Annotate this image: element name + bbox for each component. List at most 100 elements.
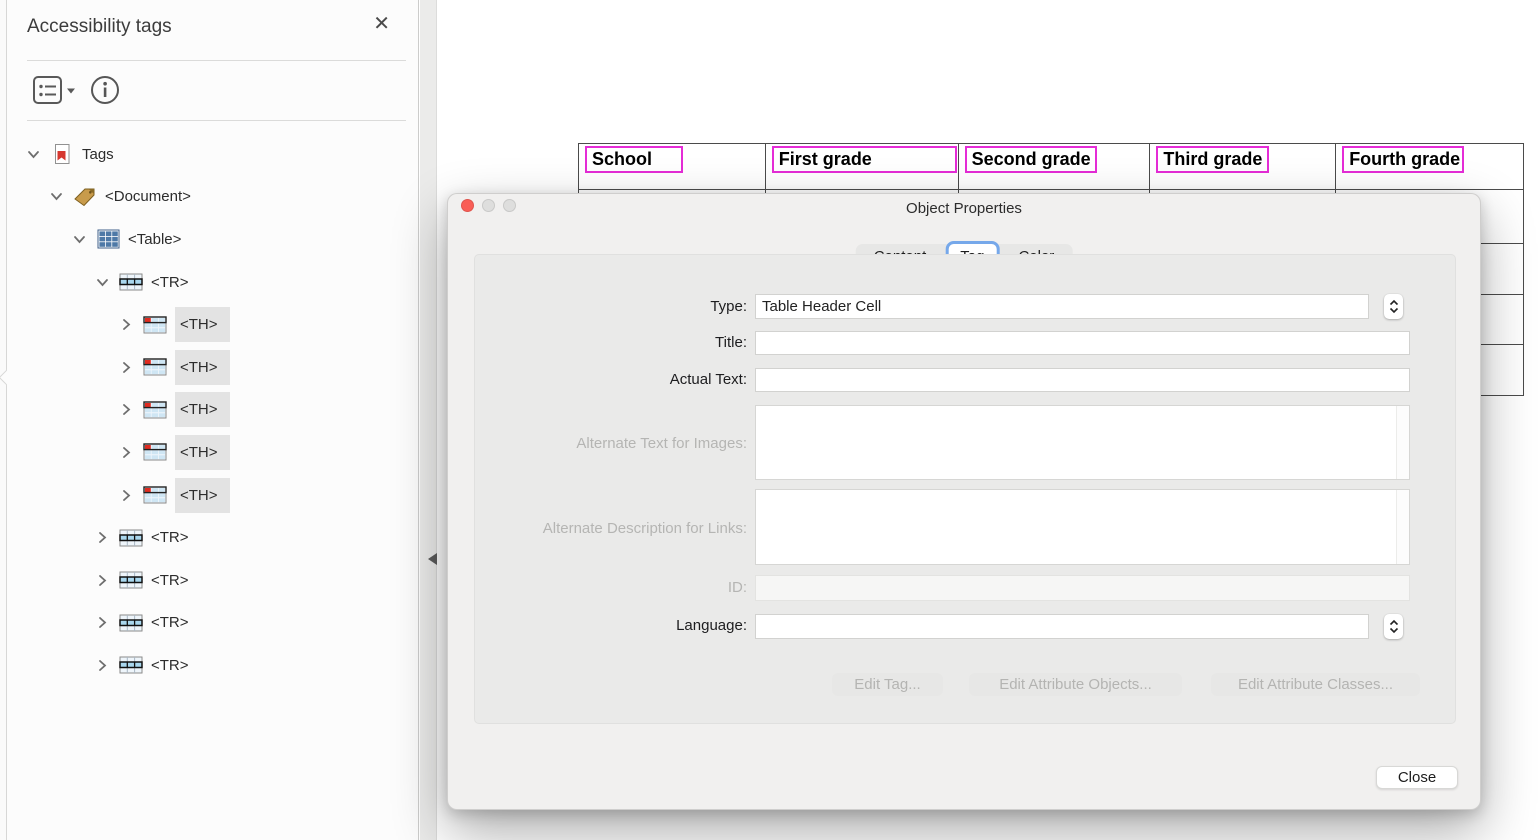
table-header-icon [143,401,167,419]
pdf-table-header-cell: Second grade [959,144,1151,190]
tree-item-label: <TH> [175,478,230,513]
tree-item-th[interactable]: <TH> [7,346,418,389]
chevron-right-icon[interactable] [94,616,110,629]
alternate-description-links-textarea [755,489,1410,565]
tree-item-th[interactable]: <TH> [7,389,418,432]
language-label: Language: [475,617,747,634]
tagged-header-cell-school[interactable]: School [585,146,683,173]
view-options-icon[interactable] [32,75,76,105]
close-button[interactable]: Close [1376,766,1458,789]
dialog-title: Object Properties [448,200,1480,217]
table-header-icon [143,443,167,461]
chevron-right-icon[interactable] [118,489,134,502]
chevron-right-icon[interactable] [118,446,134,459]
table-row-icon [119,656,143,674]
tree-item-tags-root[interactable]: Tags [7,133,418,176]
pdf-table-header-cell: First grade [766,144,959,190]
tags-tree: Tags <Document> <Table> <TR> <TH> <TH> [7,133,418,687]
alternate-text-images-label: Alternate Text for Images: [475,435,747,452]
chevron-right-icon[interactable] [94,531,110,544]
table-row-icon [119,614,143,632]
tree-item-th[interactable]: <TH> [7,303,418,346]
tree-item-document[interactable]: <Document> [7,176,418,219]
textarea-scrollbar [1396,406,1409,479]
collapse-panel-arrow-icon[interactable] [428,553,437,565]
table-icon [96,229,120,249]
pdf-table-header-cell: Third grade [1150,144,1336,190]
tree-item-th[interactable]: <TH> [7,431,418,474]
tree-item-label: <TH> [175,392,230,427]
close-icon[interactable]: ✕ [373,14,390,34]
chevron-down-icon[interactable] [48,190,64,203]
language-stepper-icon[interactable] [1384,614,1403,639]
tag-form-panel: Type: Title: Actual Text: Alternate Text… [474,254,1456,724]
left-rail [0,0,7,840]
object-properties-dialog: Object Properties Content Tag Color Type… [447,193,1481,810]
dialog-titlebar[interactable]: Object Properties [448,194,1480,222]
type-stepper-icon[interactable] [1384,294,1403,319]
divider [27,120,406,121]
tags-root-icon [50,143,74,165]
tree-item-label: <TH> [175,350,230,385]
table-header-icon [143,316,167,334]
tagged-header-cell-first-grade[interactable]: First grade [772,146,957,173]
tree-item-label: <TH> [175,307,230,342]
type-label: Type: [475,298,747,315]
tree-item-th[interactable]: <TH> [7,474,418,517]
accessibility-tags-panel: Accessibility tags ✕ Tags [7,0,419,840]
actual-text-input[interactable] [755,368,1410,392]
chevron-down-icon[interactable] [94,276,110,289]
tree-item-label: <TR> [151,614,189,631]
tree-item-label: <Document> [105,188,191,205]
tree-item-tr[interactable]: <TR> [7,261,418,304]
tree-item-tr[interactable]: <TR> [7,602,418,645]
tagged-header-cell-fourth-grade[interactable]: Fourth grade [1342,146,1464,173]
id-input [755,575,1410,601]
table-row-icon [119,571,143,589]
tree-item-tr[interactable]: <TR> [7,559,418,602]
tree-item-label: <Table> [128,231,181,248]
table-row-icon [119,273,143,291]
chevron-right-icon[interactable] [118,318,134,331]
pdf-table-header-cell: School [579,144,766,190]
document-tag-icon [73,186,97,208]
actual-text-label: Actual Text: [475,371,747,388]
table-row-icon [119,529,143,547]
tree-item-label: <TR> [151,274,189,291]
pdf-table-header-row: School First grade Second grade Third gr… [579,144,1523,190]
panel-title: Accessibility tags [27,16,172,38]
table-header-icon [143,358,167,376]
alternate-text-images-textarea [755,405,1410,480]
edit-attribute-objects-button: Edit Attribute Objects... [969,673,1182,696]
language-input[interactable] [755,614,1369,639]
chevron-down-icon[interactable] [71,233,87,246]
tree-item-table[interactable]: <Table> [7,218,418,261]
tagged-header-cell-third-grade[interactable]: Third grade [1156,146,1269,173]
panel-toolbar [32,72,120,108]
chevron-right-icon[interactable] [118,403,134,416]
pdf-table-header-cell: Fourth grade [1336,144,1523,190]
edit-tag-button: Edit Tag... [832,673,943,696]
tree-item-tr[interactable]: <TR> [7,644,418,687]
alternate-description-links-label: Alternate Description for Links: [475,520,747,537]
chevron-right-icon[interactable] [94,659,110,672]
title-label: Title: [475,334,747,351]
tree-item-tr[interactable]: <TR> [7,516,418,559]
textarea-scrollbar [1396,490,1409,564]
edit-attribute-classes-button: Edit Attribute Classes... [1211,673,1420,696]
chevron-right-icon[interactable] [94,574,110,587]
title-input[interactable] [755,331,1410,355]
table-header-icon [143,486,167,504]
panel-splitter[interactable] [420,0,437,840]
chevron-down-icon[interactable] [25,148,41,161]
id-label: ID: [475,579,747,596]
info-icon[interactable] [90,75,120,105]
tagged-header-cell-second-grade[interactable]: Second grade [965,146,1097,173]
tree-item-label: <TR> [151,572,189,589]
tree-item-label: <TR> [151,657,189,674]
tree-item-label: <TH> [175,435,230,470]
type-input[interactable] [755,294,1369,319]
chevron-right-icon[interactable] [118,361,134,374]
tree-item-label: <TR> [151,529,189,546]
tree-item-label: Tags [82,146,114,163]
